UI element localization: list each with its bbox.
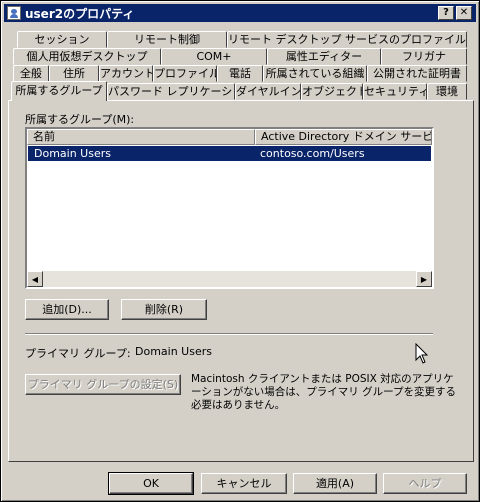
help-title-button[interactable]: ? [438,6,454,20]
user-icon [7,6,21,20]
tab-general[interactable]: 全般 [13,65,49,82]
add-button[interactable]: 追加(D)... [25,299,109,320]
tab-member-of[interactable]: 所属するグループ [11,81,107,101]
primary-group-note-line3: 必要はありません。 [191,399,286,411]
tab-sessions[interactable]: セッション [17,31,107,48]
primary-group-label: プライマリ グループ: [25,347,131,360]
row-group-name: Domain Users [34,147,111,160]
ok-button[interactable]: OK [108,472,194,495]
tab-com-plus[interactable]: COM+ [161,48,267,65]
tab-row-4: 所属するグループ パスワード レプリケーション ダイヤルイン オブジェクト セキ… [1,81,480,101]
tab-telephones[interactable]: 電話 [217,65,263,82]
tab-furigana[interactable]: フリガナ [381,48,467,65]
help-button[interactable]: ヘルプ [383,473,467,494]
tab-password-replication[interactable]: パスワード レプリケーション [107,83,235,100]
scroll-right-arrow-icon[interactable]: ▶ [416,271,432,287]
scroll-left-arrow-icon[interactable]: ◀ [27,271,43,287]
separator [25,333,433,335]
tab-rds-profile[interactable]: リモート デスクトップ サービスのプロファイル [227,31,467,48]
tab-environment[interactable]: 環境 [427,83,467,100]
member-of-label: 所属するグループ(M): [25,113,135,126]
remove-button[interactable]: 削除(R) [121,299,207,320]
column-header-folder[interactable]: Active Directory ドメイン サービス フォルダー [255,129,432,145]
tab-remote-control[interactable]: リモート制御 [107,31,227,48]
tab-row-1: セッション リモート制御 リモート デスクトップ サービスのプロファイル [1,31,480,48]
tab-published-certificates[interactable]: 公開された証明書 [367,65,467,82]
set-primary-group-button[interactable]: プライマリ グループの設定(S) [25,374,181,395]
groups-list[interactable]: 名前 Active Directory ドメイン サービス フォルダー Doma… [25,127,434,289]
tab-account[interactable]: アカウント [99,65,153,82]
horizontal-scrollbar[interactable]: ◀ ▶ [27,271,432,287]
tab-attribute-editor[interactable]: 属性エディター [267,48,381,65]
primary-group-value: Domain Users [135,345,212,358]
tab-personal-virtual-desktop[interactable]: 個人用仮想デスクトップ [13,48,161,65]
title-bar: user2のプロパティ ? ✕ [4,4,476,22]
properties-dialog: user2のプロパティ ? ✕ セッション リモート制御 リモート デスクトップ… [0,0,480,502]
list-header: 名前 Active Directory ドメイン サービス フォルダー [27,129,432,145]
apply-button[interactable]: 適用(A) [293,473,377,494]
column-header-name[interactable]: 名前 [27,129,255,145]
cancel-button[interactable]: キャンセル [201,473,287,494]
mouse-pointer-icon [415,343,429,364]
tab-row-2: 個人用仮想デスクトップ COM+ 属性エディター フリガナ [1,48,480,65]
tab-row-3: 全般 住所 アカウント プロファイル 電話 所属されている組織 公開された証明書 [1,65,480,82]
tab-dial-in[interactable]: ダイヤルイン [235,83,301,100]
tab-organization[interactable]: 所属されている組織 [263,65,367,82]
close-button[interactable]: ✕ [456,6,472,20]
row-group-folder: contoso.com/Users [260,147,365,160]
tab-profile[interactable]: プロファイル [153,65,217,82]
table-row[interactable]: Domain Users contoso.com/Users [28,146,431,161]
window-title: user2のプロパティ [25,6,135,21]
tab-address[interactable]: 住所 [49,65,99,82]
tab-security[interactable]: セキュリティ [363,83,427,100]
tab-object[interactable]: オブジェクト [301,83,363,100]
